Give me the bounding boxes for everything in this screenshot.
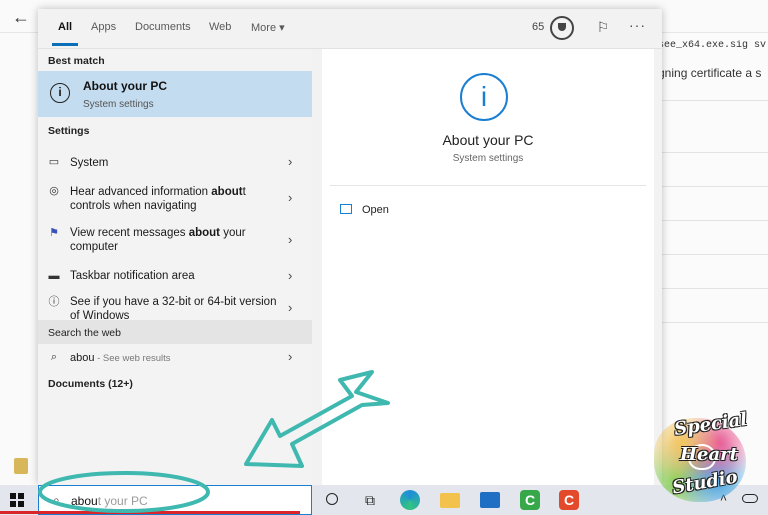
tab-more[interactable]: More ▾	[251, 21, 285, 34]
result-label: abou - See web results	[70, 352, 171, 364]
best-match-heading: Best match	[48, 55, 105, 67]
tab-documents[interactable]: Documents	[135, 21, 191, 33]
tab-apps[interactable]: Apps	[91, 21, 116, 33]
info-icon: i	[50, 83, 70, 103]
result-label: System	[70, 157, 109, 169]
chevron-right-icon: ›	[288, 232, 293, 247]
preview-pane: i About your PC System settings Open	[322, 49, 654, 485]
tab-web[interactable]: Web	[209, 21, 231, 33]
trophy-icon[interactable]	[550, 16, 574, 40]
divider	[662, 220, 768, 221]
windows-search-panel: All Apps Documents Web More ▾ 65 ⚐ ··· B…	[38, 9, 662, 485]
divider	[662, 186, 768, 187]
search-query: about your PC	[71, 494, 148, 508]
result-system[interactable]: ▭ System ›	[38, 150, 312, 180]
cortana-icon[interactable]	[326, 493, 338, 505]
info-icon: ⓘ	[48, 296, 60, 308]
chevron-right-icon: ›	[288, 154, 293, 169]
open-button[interactable]: Open	[340, 203, 440, 221]
search-icon: ⌕	[53, 493, 60, 507]
taskbar-icon: ▬	[48, 270, 60, 282]
search-web-heading: Search the web	[48, 327, 121, 339]
recording-indicator-bar	[0, 511, 300, 514]
divider	[662, 254, 768, 255]
preview-subtitle: System settings	[452, 153, 524, 164]
result-label: See if you have a 32-bit or 64-bit versi…	[70, 296, 277, 322]
file-explorer-icon[interactable]	[440, 493, 460, 508]
task-view-icon[interactable]: ⧉	[360, 490, 380, 510]
flag-icon: ⚑	[49, 227, 59, 239]
chevron-right-icon: ›	[288, 190, 293, 205]
settings-heading: Settings	[48, 125, 90, 137]
feedback-icon[interactable]: ⚐	[595, 19, 611, 35]
divider	[662, 152, 768, 153]
result-label: Taskbar notification area	[70, 270, 195, 282]
folder-icon	[14, 458, 28, 474]
active-tab-indicator	[52, 43, 78, 46]
open-label: Open	[362, 204, 389, 216]
divider	[662, 100, 768, 101]
mail-icon[interactable]	[480, 492, 500, 508]
result-web-search[interactable]: ⌕ abou - See web results ›	[38, 346, 312, 368]
info-icon: i	[460, 73, 508, 121]
search-web-header: Search the web	[38, 320, 312, 344]
start-icon-square	[10, 501, 16, 507]
chevron-right-icon: ›	[288, 268, 293, 283]
search-icon: ⌕	[50, 351, 58, 363]
windows-start-icon[interactable]	[10, 493, 25, 508]
divider	[330, 185, 646, 186]
documents-heading[interactable]: Documents (12+)	[48, 378, 133, 390]
result-label: Hear advanced information aboutt control…	[70, 186, 246, 212]
monitor-icon: ▭	[48, 156, 60, 168]
start-icon-square	[18, 493, 24, 499]
narrator-icon: ◎	[49, 185, 59, 197]
results-list: Best match i About your PC System settin…	[38, 49, 312, 485]
best-match-title: About your PC	[83, 79, 167, 93]
result-hear-advanced-information[interactable]: ◎ Hear advanced information aboutt contr…	[38, 180, 312, 220]
divider	[662, 288, 768, 289]
search-tabs-bar: All Apps Documents Web More ▾ 65 ⚐ ···	[38, 9, 662, 49]
more-options-icon[interactable]: ···	[629, 17, 646, 33]
start-icon-square	[10, 493, 16, 499]
tab-all[interactable]: All	[58, 21, 72, 33]
background-text-line: see_x64.exe.sig sv	[658, 40, 767, 51]
edge-browser-icon[interactable]	[400, 490, 420, 510]
rewards-points: 65	[532, 21, 545, 33]
best-match-subtitle: System settings	[83, 99, 154, 110]
background-text-line: gning certificate a s	[658, 66, 762, 80]
camtasia-recorder-icon[interactable]: C	[520, 490, 540, 510]
best-match-result[interactable]: i About your PC System settings	[38, 71, 312, 117]
logo-word: Heart	[680, 444, 738, 465]
camtasia-editor-icon[interactable]: C	[559, 490, 579, 510]
preview-title: About your PC	[442, 132, 534, 148]
special-heart-studio-logo: Special Heart Studio	[648, 409, 752, 506]
result-label: View recent messages about your computer	[70, 227, 246, 253]
result-view-recent-messages[interactable]: ⚑ View recent messages about your comput…	[38, 221, 312, 261]
chevron-right-icon: ›	[288, 349, 293, 364]
chevron-right-icon: ›	[288, 300, 293, 315]
result-taskbar-notification-area[interactable]: ▬ Taskbar notification area ›	[38, 263, 312, 291]
divider	[662, 322, 768, 323]
start-icon-square	[18, 501, 24, 507]
open-window-icon	[340, 204, 352, 214]
back-arrow-icon[interactable]: ←	[10, 6, 32, 28]
